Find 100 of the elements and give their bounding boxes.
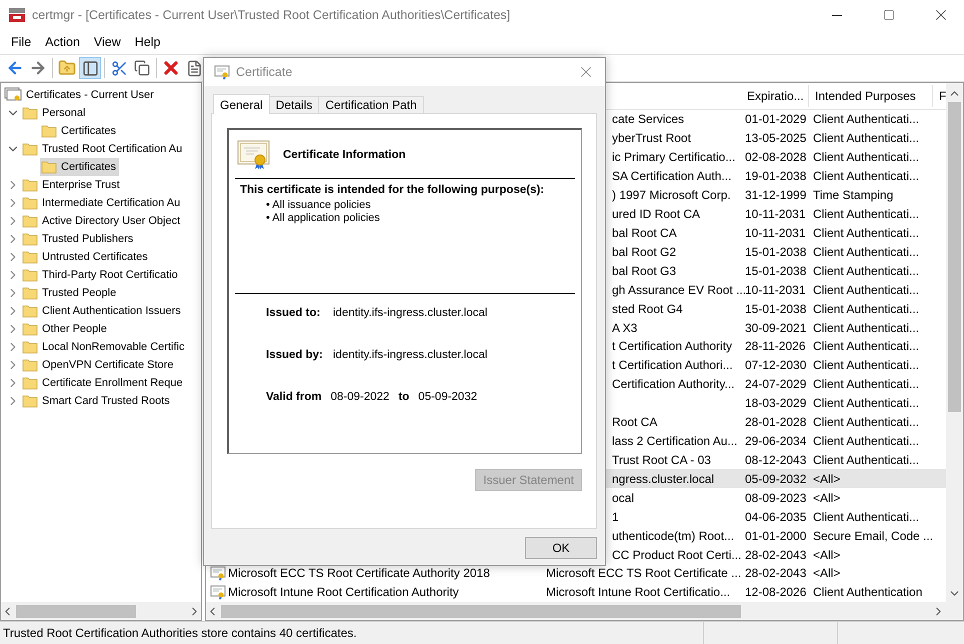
table-cell-text: Client Authenticati... (812, 339, 920, 354)
column-header[interactable]: Expiratio... (741, 84, 809, 107)
tree-item[interactable]: Trusted People (21, 284, 120, 302)
table-cell-text: 08-09-2023 (744, 490, 808, 505)
ok-button[interactable]: OK (525, 537, 597, 559)
table-cell-text: 28-11-2026 (744, 339, 806, 354)
table-cell-text: 28-02-2043 (744, 548, 808, 562)
table-cell-text: 15-01-2038 (744, 264, 808, 278)
tree-item[interactable]: Other People (21, 320, 110, 338)
table-cell-text: 05-09-2032 (744, 472, 808, 486)
table-cell-text: ic Primary Certificatio... (611, 150, 736, 164)
table-cell: Microsoft Intune Root Certification Authority (228, 585, 459, 600)
field-value: 05-09-2032 (418, 391, 478, 403)
table-cell-text: uthenticode(tm) Root... (611, 528, 736, 543)
table-cell-text: 18-03-2029 (744, 396, 808, 410)
info-heading: Certificate Information (283, 149, 406, 161)
field-label: Valid from (266, 391, 322, 403)
table-cell-text: SA Certification Auth... (611, 169, 732, 184)
tab[interactable]: General (213, 94, 270, 114)
table-cell-text: bal Root G3 (611, 264, 678, 278)
purpose-heading: This certificate is intended for the following purpose(s): (239, 183, 546, 196)
tree-item[interactable]: Certificate Enrollment Reque (21, 374, 186, 392)
tree-item[interactable]: Client Authentication Issuers (21, 302, 184, 320)
table-cell-text: Client Authenticati... (812, 226, 920, 240)
table-cell-text: CC Product Root Certi... (611, 548, 741, 562)
table-cell-text: 24-07-2029 (744, 377, 808, 392)
table-cell-text: 10-11-2031 (744, 226, 806, 240)
table-cell-text: 04-06-2035 (744, 510, 808, 524)
table-cell-text: 01-01-2029 (744, 112, 808, 126)
table-cell-text: Secure Email, Code ... (812, 528, 933, 543)
table-cell-text: 29-06-2034 (744, 434, 808, 448)
table-cell-text: Client Authenticati... (812, 282, 920, 297)
menu-item[interactable]: Help (128, 35, 168, 49)
table-cell-text: Client Authenticati... (812, 244, 920, 259)
tree-item[interactable]: Enterprise Trust (21, 176, 123, 194)
table-cell-text: lass 2 Certification Au... (611, 434, 738, 448)
table-cell-text: Trust Root CA - 03 (611, 452, 712, 467)
list-row[interactable]: Microsoft ECC TS Root Certificate Authority 2018 Microsoft ECC TS Root Certificate ... 28-02-2043 <All> (206, 564, 946, 583)
table-cell-text: Certification Authority... (611, 377, 736, 392)
tree-item[interactable]: Intermediate Certification Au (21, 194, 184, 212)
table-cell-text: 07-12-2030 (744, 358, 808, 372)
table-cell-text: Client Authenticati... (812, 302, 920, 316)
table-cell-text: Microsoft ECC TS Root Certificate ... (545, 566, 741, 580)
field-label: to (398, 391, 410, 403)
field-value: 08-09-2022 (330, 391, 390, 403)
table-cell-text: 19-01-2038 (744, 169, 808, 184)
table-cell-text: Time Stamping (812, 188, 894, 202)
table-cell: Microsoft ECC TS Root Certificate Authority 2018 (228, 566, 490, 580)
table-cell-text: cate Services (611, 112, 686, 126)
table-cell-text: 10-11-2031 (745, 282, 806, 297)
table-cell-text: Client Authenticati... (812, 131, 920, 146)
table-cell-text: Client Authenticati... (812, 358, 920, 372)
status-text: Trusted Root Certification Authorities store contains 40 certificates. (2, 626, 358, 640)
table-cell-text: bal Root CA (611, 226, 678, 240)
table-cell-text: ) 1997 Microsoft Corp. (611, 188, 732, 202)
table-cell-text: Client Authenticati... (812, 434, 920, 448)
table-cell-text: Root CA (611, 415, 658, 430)
table-cell-text: 15-01-2038 (744, 302, 808, 316)
menu-item[interactable]: Action (38, 35, 87, 49)
tree-item[interactable]: Certificates (40, 122, 120, 140)
tree-item[interactable]: Local NonRemovable Certific (21, 338, 188, 356)
tree-item[interactable]: Active Directory User Object (21, 212, 184, 230)
tree-item[interactable]: Certificates (40, 158, 120, 176)
table-cell-text: <All> (812, 490, 842, 505)
purpose-item: • All issuance policies (266, 199, 372, 212)
table-cell-text: 13-05-2025 (744, 131, 808, 146)
tree-item[interactable]: Third-Party Root Certificatio (21, 266, 181, 284)
table-cell-text: 15-01-2038 (744, 244, 808, 259)
tree-item[interactable]: Untrusted Certificates (21, 248, 151, 266)
table-cell-text: Client Authentication (812, 585, 924, 600)
table-cell-text: 02-08-2028 (744, 150, 808, 164)
table-cell-text: Client Authenticati... (812, 415, 920, 430)
tree-item[interactable]: Personal (21, 104, 88, 122)
field-value: identity.ifs-ingress.cluster.local (333, 307, 488, 319)
table-cell-text: <All> (812, 472, 842, 486)
table-cell-text: 12-08-2026 (744, 585, 808, 600)
tree-item[interactable]: OpenVPN Certificate Store (21, 356, 176, 374)
table-cell-text: 08-12-2043 (744, 452, 808, 467)
tree-item[interactable]: Smart Card Trusted Roots (21, 392, 173, 410)
menu-item[interactable]: File (4, 35, 38, 49)
table-cell-text: Client Authenticati... (812, 112, 920, 126)
table-cell-text: yberTrust Root (611, 131, 692, 146)
table-cell-text: ngress.cluster.local (611, 472, 716, 486)
tab[interactable]: Certification Path (318, 96, 424, 114)
tree-item[interactable]: Trusted Publishers (21, 230, 136, 248)
table-cell-text: A X3 (611, 320, 638, 334)
table-cell-text: 30-09-2021 (744, 320, 808, 334)
table-cell-text: 28-01-2028 (744, 415, 808, 430)
table-cell-text: 31-12-1999 (744, 188, 808, 202)
table-cell-text: sted Root G4 (611, 302, 684, 316)
list-row[interactable]: Microsoft Intune Root Certification Authority Microsoft Intune Root Certificatio... 12-08-2026 Client Authentication (206, 582, 946, 602)
menu-item[interactable]: View (86, 35, 128, 49)
tree-item[interactable]: Certificates - Current User (3, 86, 157, 104)
table-cell-text: Client Authenticati... (812, 377, 920, 392)
table-cell-text: Microsoft Intune Root Certificatio... (545, 585, 732, 600)
column-header[interactable]: Intended Purposes (809, 84, 933, 107)
table-cell-text: t Certification Authority (611, 339, 734, 354)
tree-item[interactable]: Trusted Root Certification Au (21, 140, 186, 158)
table-cell-text: t Certification Authori... (611, 358, 734, 372)
table-cell-text: <All> (812, 548, 842, 562)
